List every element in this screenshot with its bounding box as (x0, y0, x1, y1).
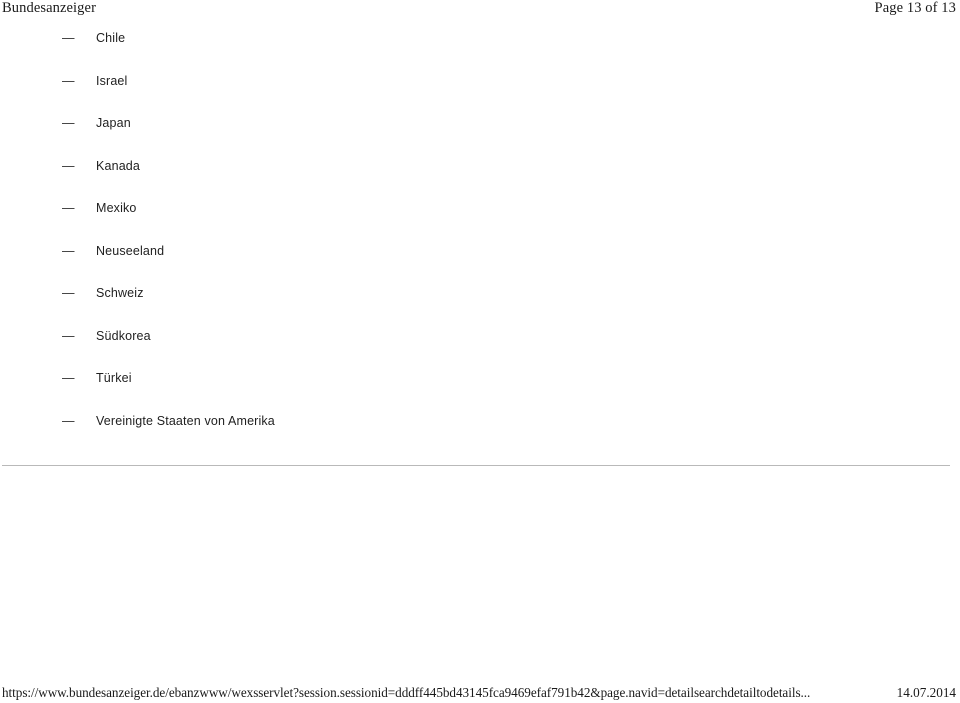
blank-area (0, 467, 960, 679)
list-item: — Vereinigte Staaten von Amerika (0, 413, 960, 456)
country-label: Japan (96, 116, 131, 130)
document-page: { "header": { "title": "Bundesanzeiger",… (0, 0, 960, 703)
country-label: Israel (96, 73, 128, 88)
country-label: Chile (96, 31, 126, 45)
list-item: — Neuseeland (0, 243, 960, 286)
list-item: — Kanada (0, 158, 960, 201)
country-label: Türkei (96, 371, 132, 385)
dash-bullet-icon: — (62, 116, 75, 130)
country-list: — Chile — Israel — Japan — Kanada — Mexi… (0, 30, 960, 455)
country-label: Schweiz (96, 286, 144, 300)
list-item: — Israel (0, 73, 960, 116)
dash-bullet-icon: — (62, 328, 75, 343)
dash-bullet-icon: — (62, 201, 75, 215)
dash-bullet-icon: — (62, 158, 75, 173)
list-item: — Südkorea (0, 328, 960, 371)
list-item: — Türkei (0, 370, 960, 413)
country-label: Südkorea (96, 328, 151, 343)
source-url: https://www.bundesanzeiger.de/ebanzwww/w… (2, 685, 811, 700)
dash-bullet-icon: — (62, 31, 75, 45)
dash-bullet-icon: — (62, 73, 75, 88)
country-label: Kanada (96, 158, 140, 173)
page-indicator: Page 13 of 13 (874, 0, 956, 16)
list-item: — Japan (0, 115, 960, 158)
page-header: Bundesanzeiger Page 13 of 13 (0, 0, 960, 20)
print-date: 14.07.2014 (896, 685, 956, 700)
dash-bullet-icon: — (62, 286, 75, 300)
document-title: Bundesanzeiger (2, 0, 97, 16)
list-item: — Chile (0, 30, 960, 73)
section-divider (2, 465, 950, 466)
list-item: — Mexiko (0, 200, 960, 243)
country-label: Vereinigte Staaten von Amerika (96, 413, 275, 428)
dash-bullet-icon: — (62, 413, 75, 428)
dash-bullet-icon: — (62, 243, 75, 258)
dash-bullet-icon: — (62, 371, 75, 385)
country-label: Neuseeland (96, 243, 165, 258)
page-footer: https://www.bundesanzeiger.de/ebanzwww/w… (0, 684, 960, 703)
main-content: — Chile — Israel — Japan — Kanada — Mexi… (0, 30, 960, 455)
list-item: — Schweiz (0, 285, 960, 328)
country-label: Mexiko (96, 201, 137, 215)
